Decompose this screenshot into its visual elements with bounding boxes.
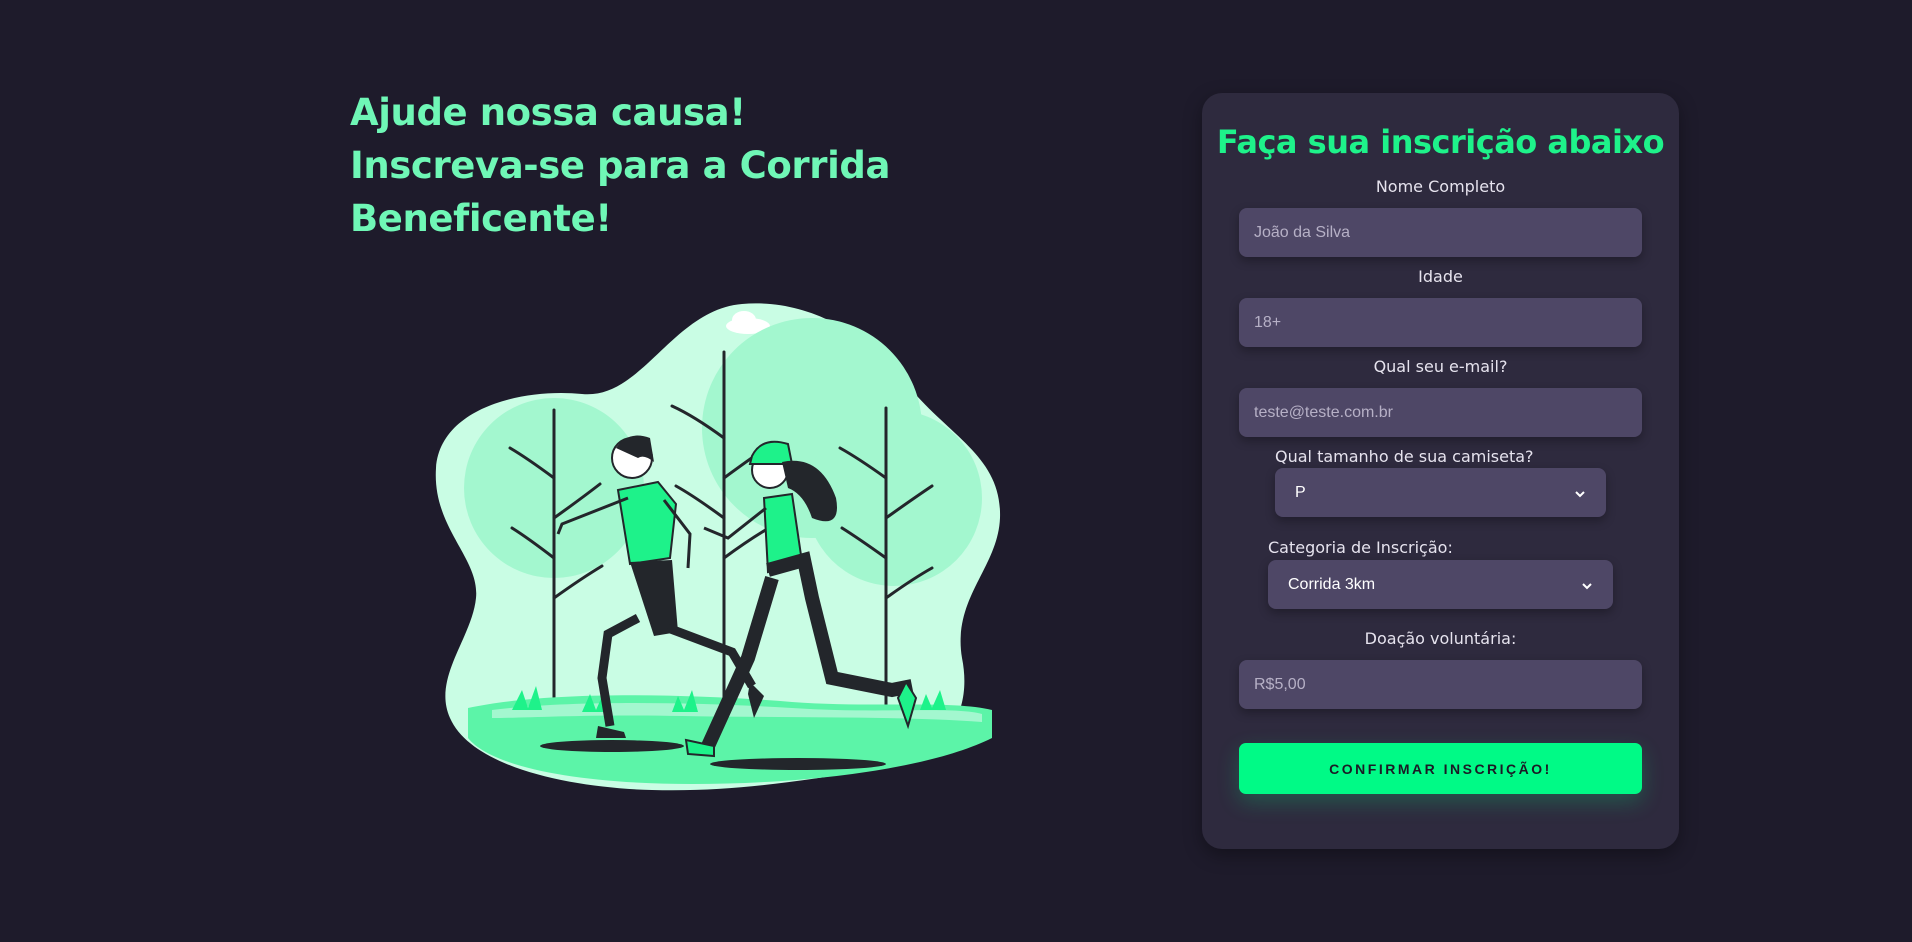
- category-value: Corrida 3km: [1288, 575, 1376, 593]
- name-label: Nome Completo: [1375, 177, 1506, 196]
- category-label: Categoria de Inscrição:: [1268, 538, 1453, 557]
- donation-input[interactable]: [1239, 660, 1642, 709]
- chevron-down-icon: [1581, 579, 1593, 591]
- hero-title-line-2: Inscreva-se para a Corrida Beneficente!: [350, 144, 891, 240]
- runners-illustration: [432, 298, 1010, 794]
- confirm-registration-button[interactable]: CONFIRMAR INSCRIÇÃO!: [1239, 743, 1642, 794]
- email-input[interactable]: [1239, 388, 1642, 437]
- hero-title-line-1: Ajude nossa causa!: [350, 91, 746, 134]
- page: Ajude nossa causa! Inscreva-se para a Co…: [0, 0, 1912, 942]
- chevron-down-icon: [1574, 487, 1586, 499]
- category-select[interactable]: Corrida 3km: [1268, 560, 1613, 609]
- age-label: Idade: [1418, 267, 1463, 286]
- form-title: Faça sua inscrição abaixo: [1216, 123, 1665, 161]
- hero-heading: Ajude nossa causa! Inscreva-se para a Co…: [350, 86, 1150, 245]
- donation-label: Doação voluntária:: [1364, 629, 1517, 648]
- shirt-size-select[interactable]: P: [1275, 468, 1606, 517]
- name-input[interactable]: [1239, 208, 1642, 257]
- email-label: Qual seu e-mail?: [1373, 357, 1508, 376]
- shirt-size-value: P: [1295, 483, 1306, 501]
- registration-card: Faça sua inscrição abaixo Nome Completo …: [1202, 93, 1679, 849]
- age-input[interactable]: [1239, 298, 1642, 347]
- shirt-size-label: Qual tamanho de sua camiseta?: [1275, 447, 1534, 466]
